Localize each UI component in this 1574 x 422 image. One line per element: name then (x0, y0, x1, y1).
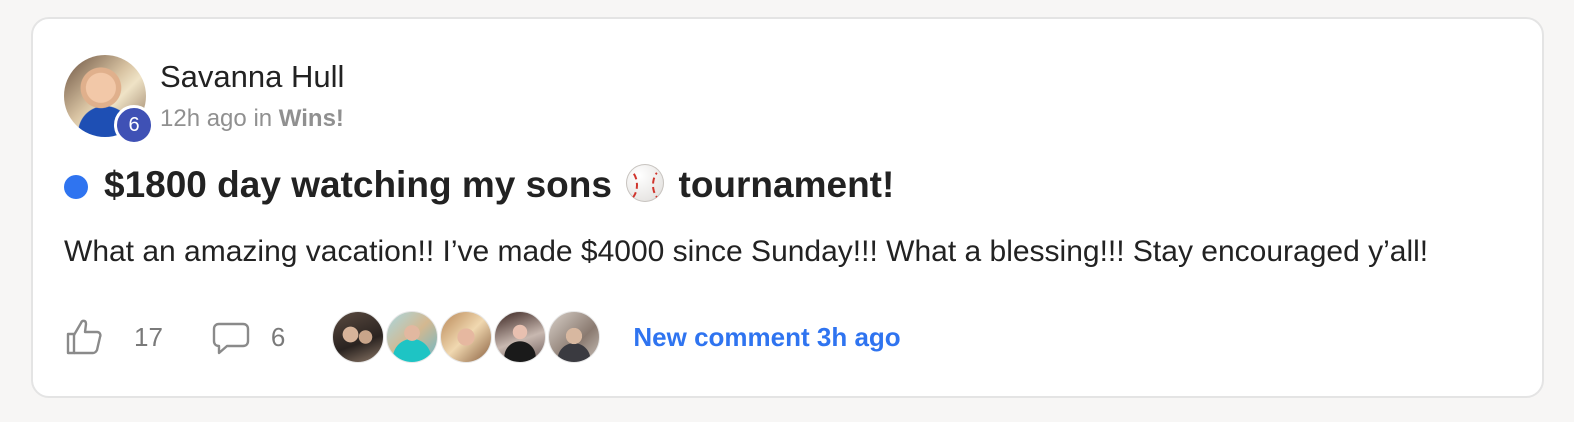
level-badge: 6 (114, 105, 154, 145)
like-button[interactable]: 17 (64, 317, 163, 357)
post-body: What an amazing vacation!! I’ve made $40… (64, 235, 1429, 268)
baseball-emoji-icon (626, 164, 665, 202)
post-meta: 12h ago in Wins! (160, 104, 344, 134)
like-count: 17 (134, 321, 163, 352)
unread-dot-icon (64, 175, 88, 199)
commenter-avatar[interactable] (494, 311, 547, 363)
post-time: 12h ago (160, 105, 247, 132)
comment-count: 6 (270, 321, 286, 352)
post-title[interactable]: $1800 day watching my sons tournament! (104, 161, 894, 209)
post-title-text-end: tournament! (678, 164, 895, 205)
new-comment-link[interactable]: New comment 3h ago (633, 322, 900, 353)
commenter-avatar[interactable] (440, 311, 493, 363)
speech-bubble-icon (212, 322, 250, 355)
commenter-avatar[interactable] (548, 311, 601, 363)
commenter-avatar[interactable] (332, 311, 385, 363)
comment-button[interactable]: 6 (211, 317, 285, 357)
thumbs-up-icon (66, 319, 102, 355)
commenter-avatar[interactable] (386, 311, 439, 363)
post-actions: 17 6 New comment 3h ago (64, 311, 901, 363)
author-avatar-wrapper[interactable]: 6 (64, 55, 154, 145)
post-category-link[interactable]: Wins! (279, 105, 344, 132)
post-title-text-start: $1800 day watching my sons (104, 164, 612, 205)
post-meta-in: in (253, 105, 273, 132)
author-name[interactable]: Savanna Hull (160, 58, 344, 96)
post-card[interactable]: 6 Savanna Hull 12h ago in Wins! $1800 da… (31, 17, 1544, 398)
commenter-avatars (332, 311, 602, 363)
